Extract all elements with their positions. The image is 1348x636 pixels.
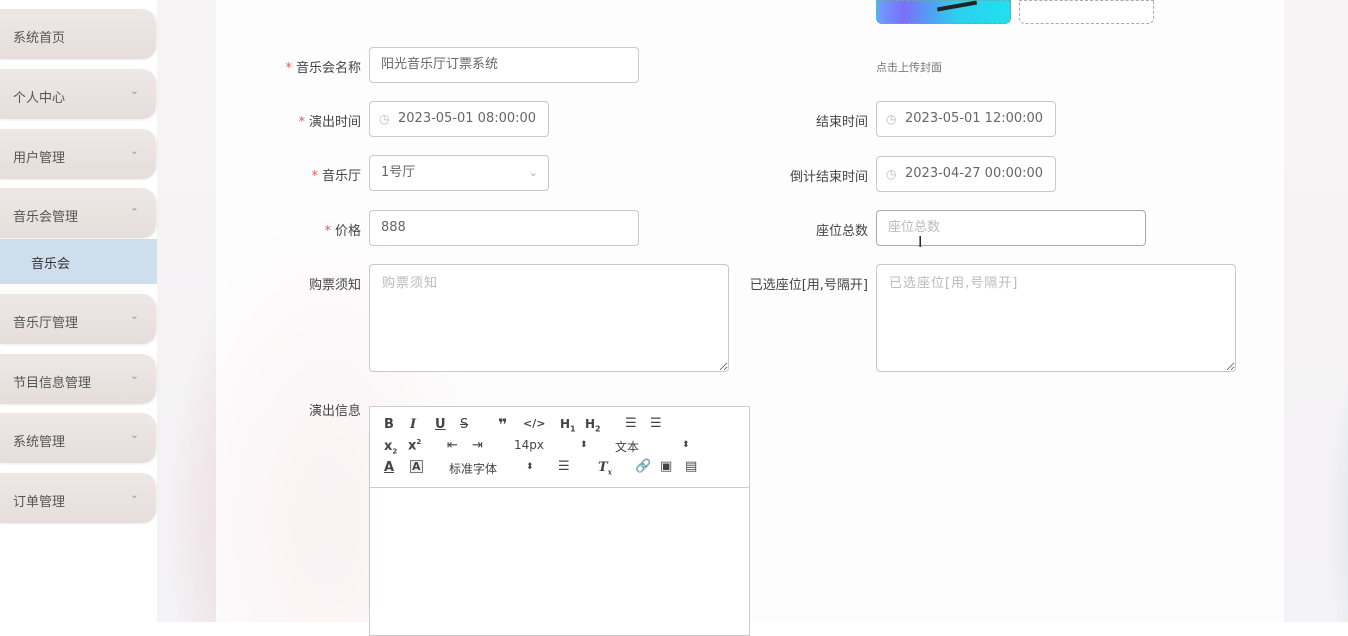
chevron-down-icon: ⌄ <box>528 166 538 179</box>
countdown-end-label: 倒计结束时间 <box>789 170 868 185</box>
required-mark: * <box>324 224 331 239</box>
required-mark: * <box>285 61 292 76</box>
editor-toolbar: B I U S ❞ </> H1 H2 ☰ ☰ x2 x2 ⇤ ⇥ 14px ⬍ … <box>370 407 749 488</box>
bullet-list-icon[interactable]: ☰ <box>650 416 662 431</box>
chevron-down-icon: ⌄ <box>129 428 139 441</box>
end-time-value: 2023-05-01 12:00:00 <box>905 111 1044 126</box>
font-family-value: 标准字体 <box>449 462 498 476</box>
end-time-label: 结束时间 <box>815 115 868 130</box>
chevron-up-icon: ⌃ <box>129 206 139 219</box>
sidebar-item-label: 用户管理 <box>13 151 66 166</box>
font-family-select[interactable]: 标准字体 ⬍ <box>449 460 534 477</box>
code-block-icon[interactable]: </> <box>523 417 545 430</box>
sidebar-item-label: 节目信息管理 <box>13 376 92 391</box>
sidebar-item-user-management[interactable]: 用户管理 ⌄ <box>0 129 156 179</box>
selected-seats-textarea[interactable] <box>876 264 1236 372</box>
chevron-down-icon: ⌄ <box>129 488 139 501</box>
cover-upload-slot[interactable] <box>1019 0 1154 24</box>
sidebar-item-concert-management[interactable]: 音乐会管理 ⌃ <box>0 188 156 238</box>
sidebar-subitem-label: 音乐会 <box>31 257 71 272</box>
heading2-icon[interactable]: H2 <box>585 417 601 433</box>
align-icon[interactable]: ☰ <box>558 459 570 474</box>
price-label: * 价格 <box>324 224 361 239</box>
sidebar-item-label: 个人中心 <box>13 91 66 106</box>
hall-select[interactable]: 1号厅 ⌄ <box>369 155 549 191</box>
total-seats-field[interactable] <box>876 210 1146 246</box>
concert-name-input[interactable]: 阳光音乐厅订票系统 <box>369 47 639 83</box>
price-input[interactable]: 888 <box>369 210 639 246</box>
cover-upload-hint[interactable]: 点击上传封面 <box>876 59 942 75</box>
sidebar-item-label: 音乐会管理 <box>13 210 79 225</box>
clock-icon: ◷ <box>379 112 390 126</box>
video-icon[interactable]: ▤ <box>685 459 697 474</box>
sidebar-item-label: 系统首页 <box>13 31 66 46</box>
sidebar-item-order-management[interactable]: 订单管理 ⌄ <box>0 473 156 523</box>
background-color-icon[interactable]: A <box>410 460 423 473</box>
required-mark: * <box>298 115 305 130</box>
sidebar-item-hall-management[interactable]: 音乐厅管理 ⌄ <box>0 294 156 344</box>
sidebar-subitem-concert[interactable]: 音乐会 <box>0 239 157 284</box>
concert-name-label: * 音乐会名称 <box>285 61 361 76</box>
italic-icon[interactable]: I <box>410 417 416 432</box>
end-time-picker[interactable]: ◷ 2023-05-01 12:00:00 <box>876 101 1056 137</box>
cover-image-thumbnail[interactable] <box>876 0 1011 24</box>
sidebar-item-label: 订单管理 <box>13 495 66 510</box>
blockquote-icon[interactable]: ❞ <box>498 415 507 434</box>
heading1-icon[interactable]: H1 <box>560 417 576 433</box>
ordered-list-icon[interactable]: ☰ <box>625 416 637 431</box>
start-time-label: * 演出时间 <box>298 115 361 130</box>
sidebar-item-personal-center[interactable]: 个人中心 ⌄ <box>0 69 156 119</box>
clear-format-icon[interactable]: Tx <box>598 460 612 477</box>
sidebar-item-label: 音乐厅管理 <box>13 316 79 331</box>
total-seats-input[interactable] <box>888 211 1134 245</box>
image-icon[interactable]: ▣ <box>660 459 672 474</box>
text-color-icon[interactable]: A <box>384 460 394 475</box>
clock-icon: ◷ <box>886 167 897 181</box>
required-mark: * <box>311 169 318 184</box>
ticket-notice-label: 购票须知 <box>308 278 361 293</box>
start-time-picker[interactable]: ◷ 2023-05-01 08:00:00 <box>369 101 549 137</box>
underline-icon[interactable]: U <box>435 417 446 432</box>
show-info-label: 演出信息 <box>308 404 361 419</box>
paragraph-format-select[interactable]: 文本 ⬍ <box>615 438 690 455</box>
select-arrows-icon: ⬍ <box>526 462 534 472</box>
sidebar-item-home[interactable]: 系统首页 <box>0 9 156 59</box>
selected-seats-label: 已选座位[用,号隔开] <box>749 278 868 293</box>
start-time-value: 2023-05-01 08:00:00 <box>398 111 537 126</box>
indent-icon[interactable]: ⇥ <box>472 438 483 453</box>
sidebar: 系统首页 个人中心 ⌄ 用户管理 ⌄ 音乐会管理 ⌃ 音乐会 音乐厅管理 ⌄ 节… <box>0 0 157 622</box>
hall-select-value: 1号厅 <box>381 165 416 180</box>
mouse-cursor-icon: I <box>918 233 923 251</box>
outdent-icon[interactable]: ⇤ <box>447 438 458 453</box>
countdown-end-value: 2023-04-27 00:00:00 <box>905 166 1044 181</box>
hall-label: * 音乐厅 <box>311 169 361 184</box>
strikethrough-icon[interactable]: S <box>460 417 468 432</box>
editor-content-area[interactable] <box>370 488 749 635</box>
select-arrows-icon: ⬍ <box>580 440 588 450</box>
sidebar-item-system-management[interactable]: 系统管理 ⌄ <box>0 413 156 463</box>
bold-icon[interactable]: B <box>384 417 394 432</box>
sidebar-item-label: 系统管理 <box>13 435 66 450</box>
subscript-icon[interactable]: x2 <box>384 439 397 456</box>
clock-icon: ◷ <box>886 112 897 126</box>
superscript-icon[interactable]: x2 <box>408 438 421 453</box>
link-icon[interactable]: 🔗 <box>635 459 651 474</box>
select-arrows-icon: ⬍ <box>682 440 690 450</box>
chevron-down-icon: ⌄ <box>129 369 139 382</box>
font-size-value: 14px <box>514 438 544 452</box>
sidebar-item-program-management[interactable]: 节目信息管理 ⌄ <box>0 354 156 404</box>
font-size-select[interactable]: 14px ⬍ <box>514 438 588 452</box>
countdown-end-picker[interactable]: ◷ 2023-04-27 00:00:00 <box>876 156 1056 192</box>
ticket-notice-textarea[interactable] <box>369 264 729 372</box>
rich-text-editor: B I U S ❞ </> H1 H2 ☰ ☰ x2 x2 ⇤ ⇥ 14px ⬍ … <box>369 406 750 636</box>
chevron-down-icon: ⌄ <box>129 144 139 157</box>
paragraph-format-value: 文本 <box>615 440 640 454</box>
total-seats-label: 座位总数 <box>815 224 868 239</box>
chevron-down-icon: ⌄ <box>129 309 139 322</box>
chevron-down-icon: ⌄ <box>129 84 139 97</box>
